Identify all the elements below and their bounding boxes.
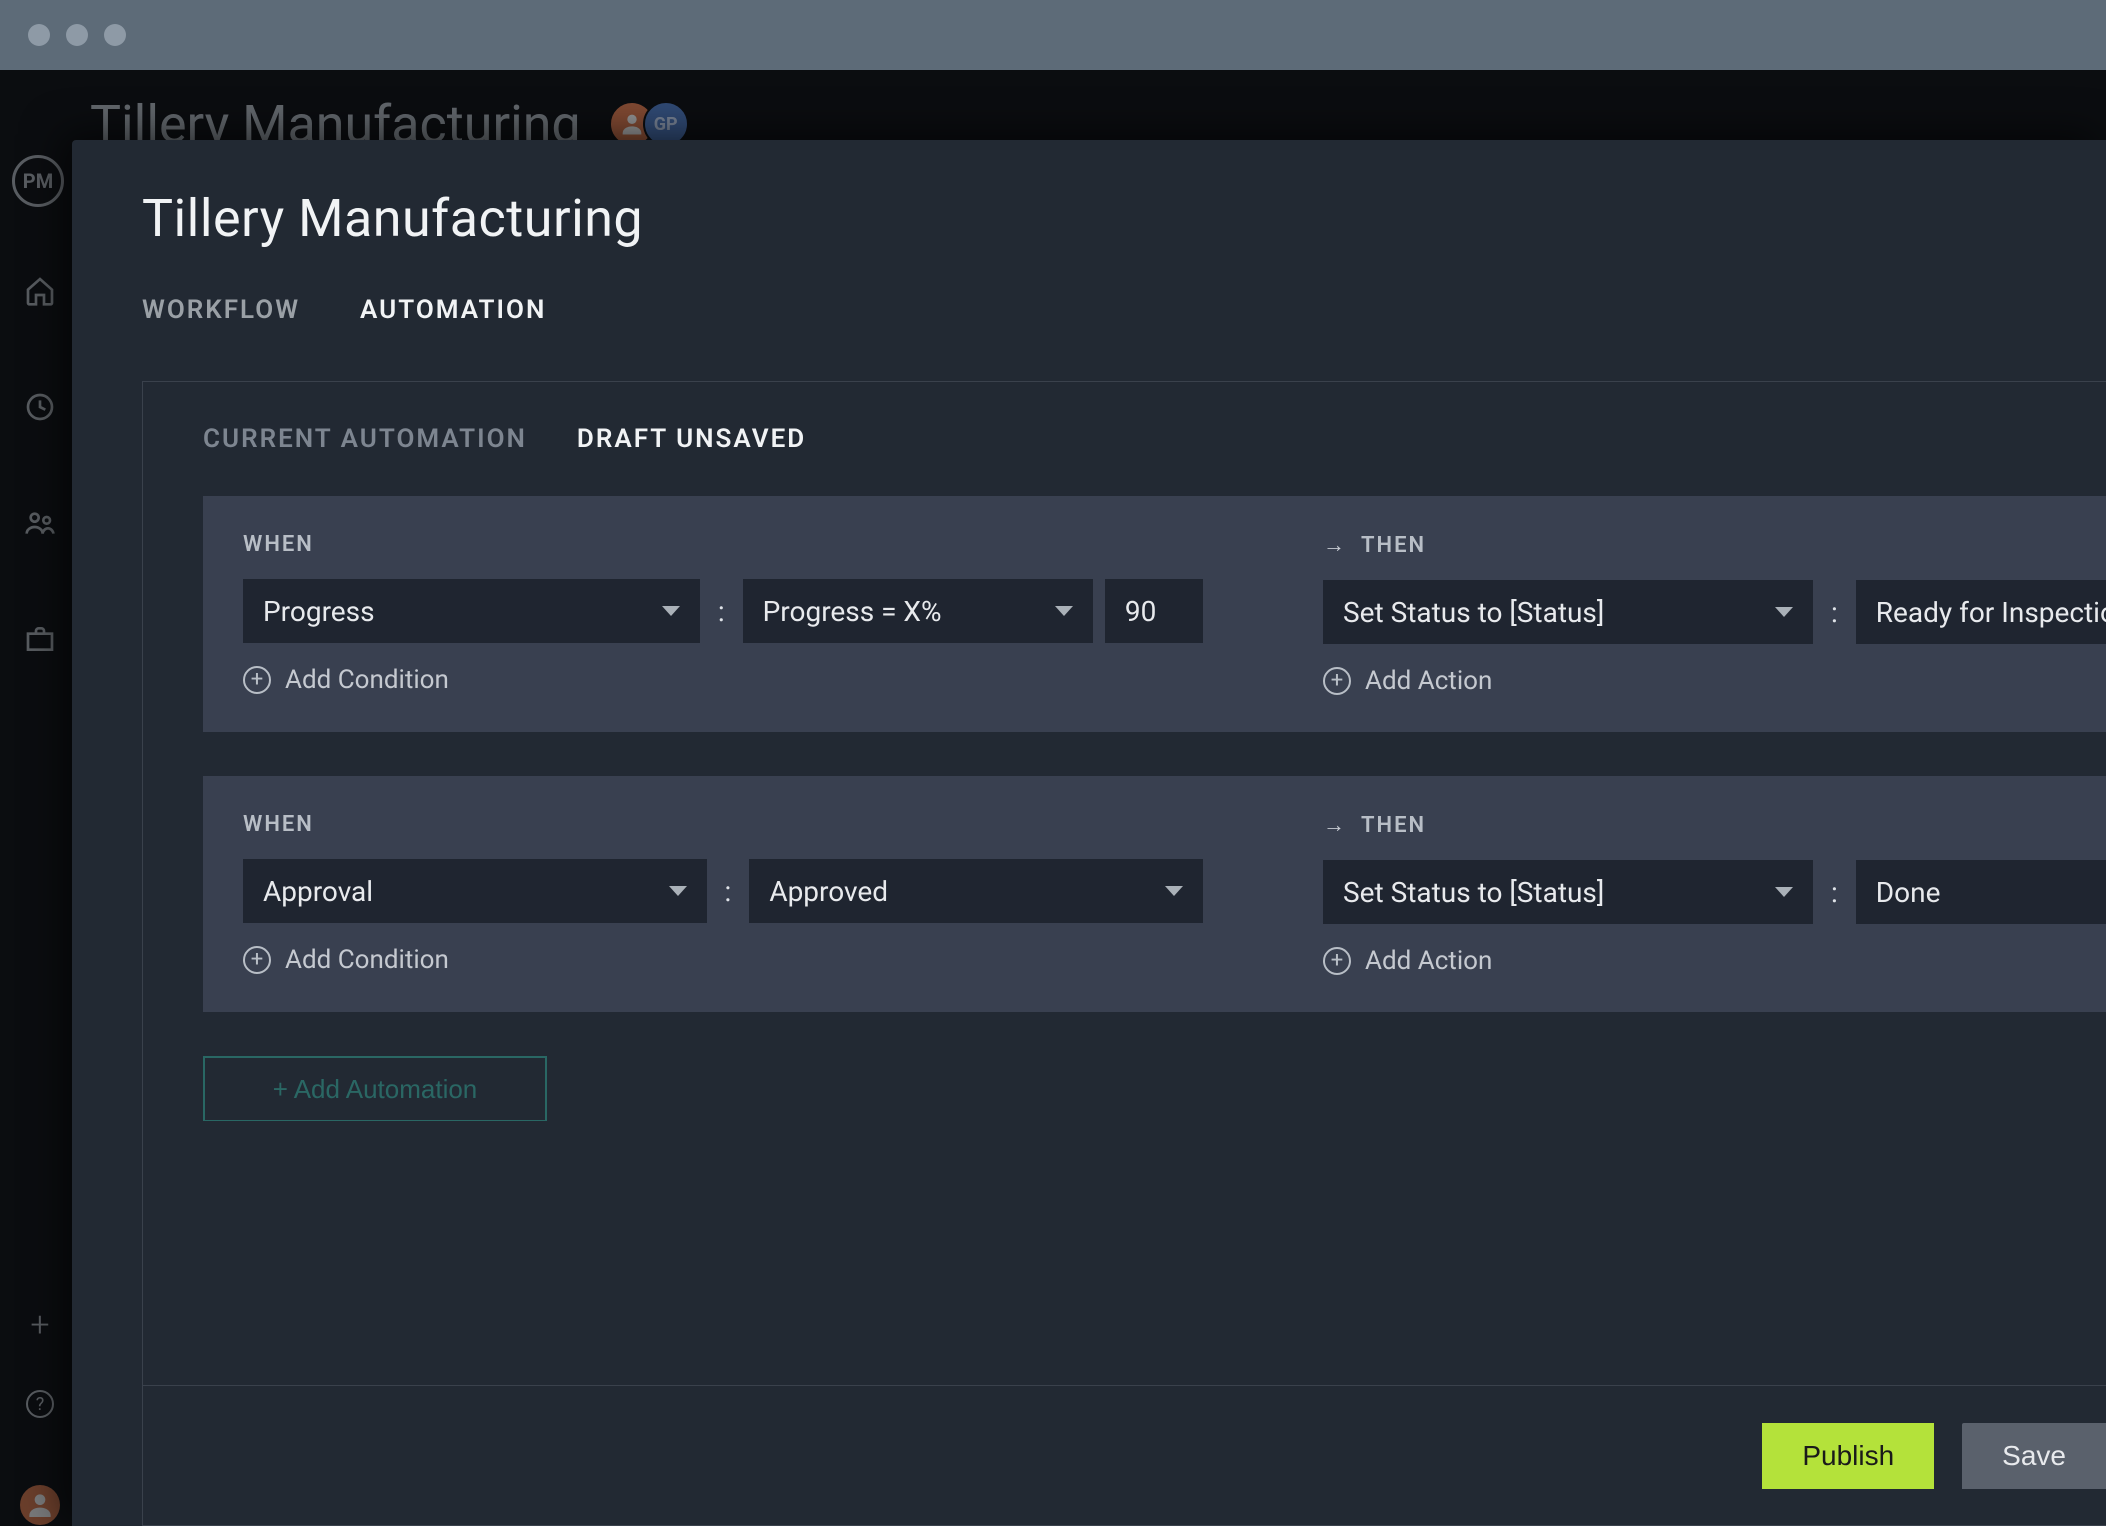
- arrow-right-icon: →: [1323, 532, 1347, 558]
- then-value-select[interactable]: Done: [1856, 860, 2106, 924]
- then-value-select[interactable]: Ready for Inspection: [1856, 580, 2106, 644]
- when-operator-select[interactable]: Progress = X%: [743, 579, 1093, 643]
- help-icon[interactable]: ?: [26, 1390, 54, 1418]
- arrow-right-icon: →: [1323, 812, 1347, 838]
- add-action-label: Add Action: [1365, 666, 1492, 696]
- chevron-down-icon: [1775, 607, 1793, 617]
- then-text: THEN: [1361, 813, 1426, 838]
- panel-tabs: WORKFLOW AUTOMATION: [142, 295, 2106, 325]
- then-text: THEN: [1361, 533, 1426, 558]
- automation-panel: Tillery Manufacturing WORKFLOW AUTOMATIO…: [72, 140, 2106, 1526]
- tab-workflow[interactable]: WORKFLOW: [142, 295, 300, 325]
- when-label: WHEN: [243, 812, 1203, 837]
- automation-subtabs: CURRENT AUTOMATION DRAFT UNSAVED: [143, 382, 2106, 496]
- panel-footer: Publish Save: [143, 1385, 2106, 1525]
- plus-circle-icon: +: [243, 946, 271, 974]
- rules-area: WHEN Progress : Progress = X% 90: [143, 496, 2106, 1385]
- when-value-input[interactable]: 90: [1105, 579, 1203, 643]
- select-value: Done: [1876, 876, 1941, 909]
- colon: :: [712, 595, 731, 628]
- select-value: Ready for Inspection: [1876, 596, 2106, 629]
- add-automation-button[interactable]: + Add Automation: [203, 1056, 547, 1121]
- panel-title: Tillery Manufacturing: [142, 188, 2106, 249]
- automation-rule: WHEN Progress : Progress = X% 90: [203, 496, 2106, 732]
- plus-circle-icon: +: [243, 666, 271, 694]
- window-zoom-dot[interactable]: [104, 24, 126, 46]
- window-minimize-dot[interactable]: [66, 24, 88, 46]
- select-value: Approved: [769, 875, 888, 908]
- home-icon[interactable]: [24, 275, 56, 311]
- add-icon[interactable]: +: [30, 1305, 49, 1345]
- add-condition-button[interactable]: + Add Condition: [243, 945, 1203, 975]
- subtab-current[interactable]: CURRENT AUTOMATION: [203, 424, 527, 454]
- then-label: → THEN: [1323, 532, 2106, 558]
- save-button[interactable]: Save: [1962, 1423, 2106, 1489]
- window-close-dot[interactable]: [28, 24, 50, 46]
- select-value: Set Status to [Status]: [1343, 596, 1604, 629]
- select-value: Progress = X%: [763, 595, 942, 628]
- add-condition-button[interactable]: + Add Condition: [243, 665, 1203, 695]
- colon: :: [1825, 596, 1844, 629]
- colon: :: [719, 875, 738, 908]
- publish-button[interactable]: Publish: [1762, 1423, 1934, 1489]
- then-action-select[interactable]: Set Status to [Status]: [1323, 580, 1813, 644]
- add-action-button[interactable]: + Add Action: [1323, 946, 2106, 976]
- recent-icon[interactable]: [24, 391, 56, 427]
- add-action-label: Add Action: [1365, 946, 1492, 976]
- current-user-avatar[interactable]: [20, 1485, 60, 1525]
- app-logo[interactable]: PM: [12, 155, 64, 207]
- window-chrome: [0, 0, 2106, 70]
- add-condition-label: Add Condition: [285, 665, 449, 695]
- when-field-select[interactable]: Progress: [243, 579, 700, 643]
- add-condition-label: Add Condition: [285, 945, 449, 975]
- chevron-down-icon: [1055, 606, 1073, 616]
- then-action-select[interactable]: Set Status to [Status]: [1323, 860, 1813, 924]
- automation-rule: WHEN Approval : Approved: [203, 776, 2106, 1012]
- team-icon[interactable]: [24, 507, 56, 543]
- plus-circle-icon: +: [1323, 667, 1351, 695]
- colon: :: [1825, 876, 1844, 909]
- chevron-down-icon: [662, 606, 680, 616]
- when-operator-select[interactable]: Approved: [749, 859, 1203, 923]
- left-nav-rail: + ?: [0, 275, 80, 659]
- chevron-down-icon: [1775, 887, 1793, 897]
- select-value: Approval: [263, 875, 373, 908]
- plus-circle-icon: +: [1323, 947, 1351, 975]
- automation-frame: CURRENT AUTOMATION DRAFT UNSAVED WHEN Pr…: [142, 381, 2106, 1526]
- chevron-down-icon: [669, 886, 687, 896]
- select-value: Set Status to [Status]: [1343, 876, 1604, 909]
- chevron-down-icon: [1165, 886, 1183, 896]
- tab-automation[interactable]: AUTOMATION: [360, 295, 546, 325]
- add-action-button[interactable]: + Add Action: [1323, 666, 2106, 696]
- briefcase-icon[interactable]: [24, 623, 56, 659]
- select-value: Progress: [263, 595, 375, 628]
- when-label: WHEN: [243, 532, 1203, 557]
- when-field-select[interactable]: Approval: [243, 859, 707, 923]
- then-label: → THEN: [1323, 812, 2106, 838]
- subtab-draft[interactable]: DRAFT UNSAVED: [577, 424, 806, 454]
